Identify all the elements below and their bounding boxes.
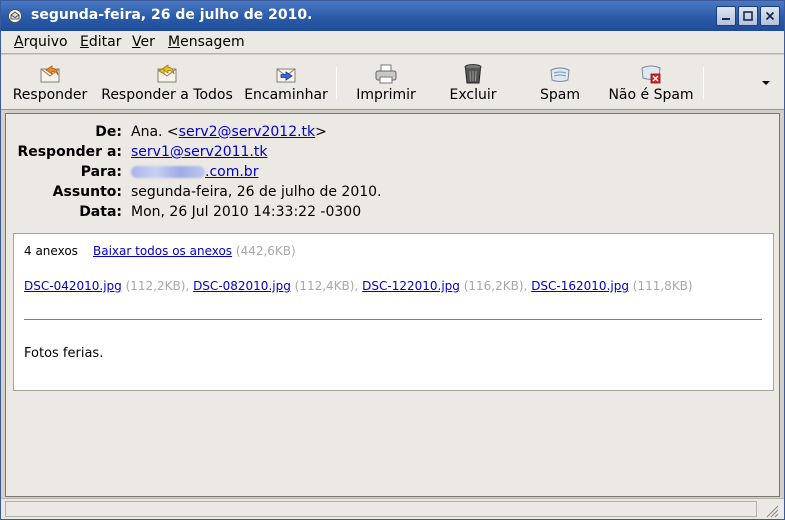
subject-value: segunda-feira, 26 de julho de 2010. [131,184,382,200]
mail-app-icon [8,9,22,23]
forward-label: Encaminhar [244,87,328,103]
not-spam-button[interactable]: Não é Spam [604,55,698,110]
mail-window: segunda-feira, 26 de julho de 2010. Arqu… [0,0,785,520]
menu-mensagem[interactable]: Mensagem [168,34,245,50]
from-value: Ana. <serv2@serv2012.tk> [131,124,327,140]
menu-ver[interactable]: Ver [132,34,155,50]
menu-editar[interactable]: Editar [80,34,121,50]
window-title: segunda-feira, 26 de julho de 2010. [31,7,313,23]
menu-bar: Arquivo Editar Ver Mensagem [1,31,784,54]
delete-label: Excluir [449,87,497,103]
spam-label: Spam [540,87,580,103]
download-all-attachments: Baixar todos os anexos (442,6KB) [93,244,296,258]
delete-button[interactable]: Excluir [433,55,513,110]
trash-icon [464,64,482,84]
print-button[interactable]: Imprimir [346,55,426,110]
date-value: Mon, 26 Jul 2010 14:33:22 -0300 [131,204,362,220]
not-spam-icon [641,65,661,84]
resize-grip-icon[interactable] [763,502,779,518]
subject-label: Assunto: [52,184,122,200]
from-name: Ana. < [131,124,179,140]
message-body-pane: 4 anexos Baixar todos os anexos (442,6KB… [13,233,774,391]
reply-button[interactable]: Responder [7,55,93,110]
attachment-link[interactable]: DSC-082010.jpg [193,279,291,293]
close-button[interactable] [760,6,780,26]
to-email-domain: .com.br [205,164,259,180]
reply-icon [40,65,60,83]
menu-ver-label: er [140,34,155,50]
attachment-link[interactable]: DSC-042010.jpg [24,279,122,293]
divider [24,319,762,320]
reply-to-email-link[interactable]: serv1@serv2011.tk [131,144,267,160]
download-all-link[interactable]: Baixar todos os anexos [93,244,232,258]
from-label: De: [95,124,122,140]
attachment-size: (112,4KB), [294,279,359,293]
attachment-link[interactable]: DSC-122010.jpg [362,279,460,293]
attachment-size: (112,2KB), [125,279,190,293]
printer-icon [375,64,397,84]
menu-arquivo-label: rquivo [23,34,68,50]
forward-button[interactable]: Encaminhar [241,55,331,110]
attachment-size: (116,2KB), [463,279,528,293]
attachment-link[interactable]: DSC-162010.jpg [531,279,629,293]
menu-editar-label: ditar [88,34,122,50]
minimize-button[interactable] [716,6,736,26]
menu-ver-mnemonic: V [132,34,141,50]
message-view: De: Ana. <serv2@serv2012.tk> Responder a… [5,113,780,497]
close-icon [765,11,775,21]
attachment-size: (111,8KB) [632,279,693,293]
menu-arquivo-mnemonic: A [14,34,24,50]
print-label: Imprimir [356,87,416,103]
date-label: Data: [79,204,122,220]
reply-all-icon [157,64,177,83]
reply-all-button[interactable]: Responder a Todos [97,55,237,110]
menu-arquivo[interactable]: Arquivo [14,34,68,50]
menu-editar-mnemonic: E [80,34,89,50]
status-bar [1,498,784,519]
reply-label: Responder [12,87,88,103]
total-size: (442,6KB) [235,244,296,258]
menu-mensagem-mnemonic: M [168,34,181,50]
toolbar-separator [703,67,704,99]
title-bar[interactable]: segunda-feira, 26 de julho de 2010. [1,1,784,31]
to-label: Para: [80,164,122,180]
not-spam-label: Não é Spam [608,87,694,103]
forward-icon [276,68,296,83]
message-body-text: Fotos ferias. [24,346,104,361]
attachment-count: 4 anexos [24,244,78,258]
minimize-icon [722,18,730,20]
status-field [5,501,757,517]
menu-mensagem-label: ensagem [180,34,245,50]
from-suffix: > [315,124,327,140]
maximize-icon [743,11,753,21]
redacted-text [131,166,205,178]
reply-to-label: Responder a: [17,144,122,160]
from-email-link[interactable]: serv2@serv2012.tk [179,124,315,140]
toolbar: Responder Responder a Todos Encaminhar I… [1,55,784,110]
chevron-down-icon[interactable] [758,75,774,91]
attachment-list: DSC-042010.jpg (112,2KB), DSC-082010.jpg… [24,279,693,293]
maximize-button[interactable] [738,6,758,26]
toolbar-separator [336,67,337,99]
reply-all-label: Responder a Todos [101,87,233,103]
spam-button[interactable]: Spam [520,55,600,110]
spam-icon [550,67,570,82]
to-email-link[interactable]: .com.br [131,164,258,180]
